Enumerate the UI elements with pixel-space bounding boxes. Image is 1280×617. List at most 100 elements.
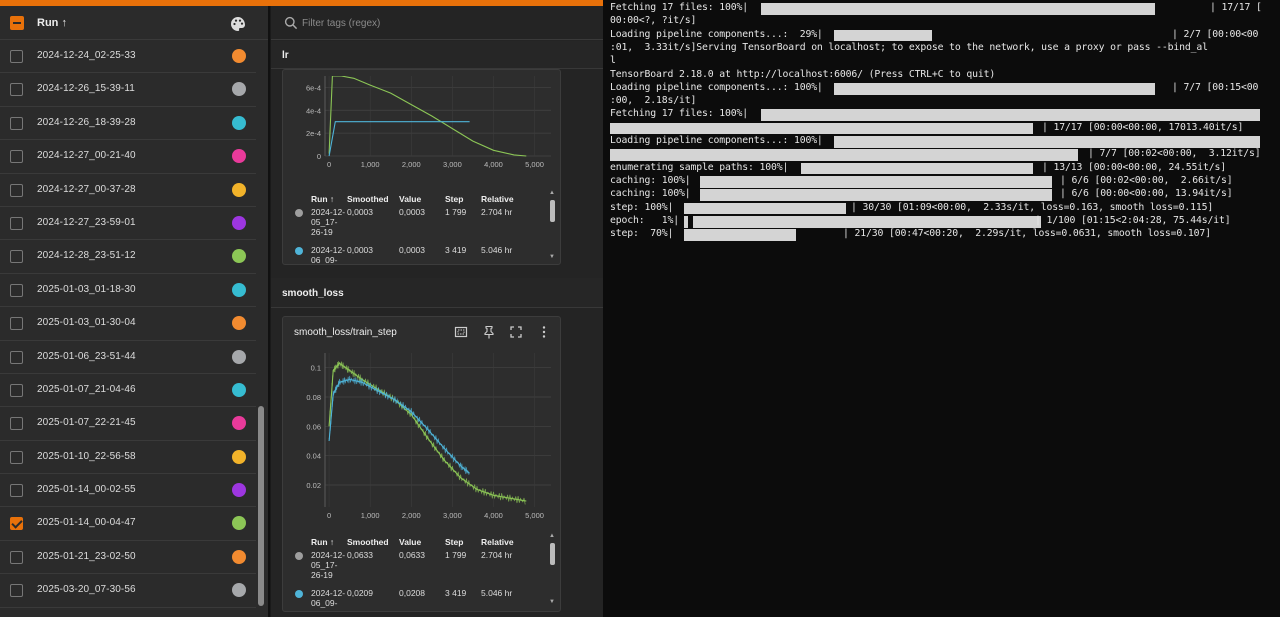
run-column-sort[interactable]: Run ↑ <box>37 17 67 29</box>
y-tick-label: 0.06 <box>306 422 321 431</box>
run-checkbox[interactable] <box>10 584 23 598</box>
terminal-window[interactable]: Fetching 17 files: 100%| | 17/17 [00:00<?… <box>603 0 1280 617</box>
step-cell: 3 419 <box>445 588 467 598</box>
expand-icon[interactable] <box>509 325 523 339</box>
run-row[interactable]: 2025-01-14_00-04-47 <box>0 507 256 541</box>
run-row[interactable]: 2025-01-10_22-56-58 <box>0 441 256 475</box>
run-checkbox[interactable] <box>10 350 23 364</box>
run-color-swatch[interactable] <box>232 316 246 331</box>
value-cell: 0,0208 <box>399 588 425 598</box>
section-title: lr <box>282 50 289 61</box>
run-color-swatch[interactable] <box>232 549 246 564</box>
value-cell: 0,0003 <box>399 245 425 255</box>
lr-tooltip-table: Run ↑ Smoothed Value Step Relative 2024-12- 05… <box>295 188 545 264</box>
run-checkbox[interactable] <box>10 250 23 264</box>
smoothed-cell: 0,0633 <box>347 550 373 560</box>
run-row[interactable]: 2025-01-14_00-02-55 <box>0 474 256 508</box>
terminal-line: caching: 100%| <box>610 174 691 186</box>
run-row[interactable]: 2025-01-21_23-02-50 <box>0 541 256 575</box>
run-row[interactable]: 2024-12-28_23-51-12 <box>0 240 256 274</box>
run-row[interactable]: 2025-01-03_01-30-04 <box>0 307 256 341</box>
run-color-swatch[interactable] <box>232 449 246 464</box>
table-header[interactable]: Run ↑ <box>311 194 334 204</box>
run-color-swatch[interactable] <box>232 115 246 130</box>
run-color-swatch[interactable] <box>232 182 246 197</box>
run-row[interactable]: 2024-12-27_00-37-28 <box>0 174 256 207</box>
run-checkbox[interactable] <box>10 50 23 63</box>
run-row[interactable]: 2025-03-20_07-30-56 <box>0 574 256 608</box>
runs-scrollbar[interactable] <box>258 406 264 606</box>
run-checkbox[interactable] <box>10 450 23 464</box>
run-name-cell: 2024-12- <box>311 207 346 217</box>
smooth-loss-tooltip-table: Run ↑ Smoothed Value Step Relative 2024-12- 05… <box>295 531 545 611</box>
tag-filter-input[interactable] <box>302 14 582 32</box>
smooth-loss-chart[interactable]: 0.1 0.08 0.06 0.04 0.02 0 1,000 2,000 3,000 4,000… <box>283 345 561 525</box>
fullscreen-icon[interactable] <box>454 325 468 339</box>
card-title: smooth_loss/train_step <box>294 327 397 338</box>
run-name: 2024-12-24_02-25-33 <box>37 50 136 61</box>
run-color-swatch[interactable] <box>232 49 246 63</box>
terminal-line: enumerating sample paths: 100%| <box>610 161 789 173</box>
run-name: 2024-12-27_23-59-01 <box>37 216 136 228</box>
run-color-swatch[interactable] <box>232 249 246 264</box>
run-checkbox[interactable] <box>10 150 23 164</box>
top-accent-bar <box>0 0 603 6</box>
run-row[interactable]: 2024-12-27_00-21-40 <box>0 140 256 174</box>
run-color-swatch[interactable] <box>232 282 246 297</box>
run-row[interactable]: 2025-01-03_01-18-30 <box>0 274 256 308</box>
smooth-loss-table-scrollbar[interactable]: ▲ ▼ <box>549 533 557 609</box>
lr-table-scrollbar[interactable]: ▲ ▼ <box>549 190 557 264</box>
run-color-swatch[interactable] <box>232 82 246 97</box>
run-name: 2025-01-06_23-51-44 <box>37 350 136 362</box>
run-row[interactable]: 2025-01-07_21-04-46 <box>0 374 256 408</box>
run-row[interactable]: 2024-12-26_15-39-11 <box>0 73 256 107</box>
terminal-line: l <box>610 55 616 67</box>
series-raw-1 <box>328 375 470 475</box>
more-options-icon[interactable] <box>537 325 551 339</box>
run-color-swatch[interactable] <box>232 583 246 598</box>
section-smooth-loss-header[interactable]: smooth_loss <box>271 278 603 308</box>
run-color-swatch[interactable] <box>232 149 246 164</box>
run-checkbox[interactable] <box>10 216 23 230</box>
run-row[interactable]: 2025-01-06_23-51-44 <box>0 341 256 374</box>
run-color-swatch[interactable] <box>232 516 246 531</box>
palette-icon[interactable] <box>230 16 246 32</box>
run-checkbox[interactable] <box>10 83 23 97</box>
terminal-line: caching: 100%| <box>610 188 691 200</box>
run-name: 2025-01-14_00-04-47 <box>37 517 136 529</box>
pin-icon[interactable] <box>482 325 496 339</box>
lr-chart[interactable]: 6e-4 4e-4 2e-4 00 1,000 2,000 3,000 4,000 5,000 <box>283 70 561 190</box>
run-row[interactable]: 2025-01-07_22-21-45 <box>0 407 256 441</box>
run-row[interactable]: 2024-12-27_23-59-01 <box>0 207 256 241</box>
run-checkbox[interactable] <box>10 317 23 331</box>
run-checkbox[interactable] <box>10 383 23 397</box>
run-color-swatch[interactable] <box>232 382 246 397</box>
run-checkbox[interactable] <box>10 183 23 197</box>
run-color-swatch[interactable] <box>232 416 246 431</box>
run-row[interactable]: 2024-12-24_02-25-33 <box>0 40 256 74</box>
run-name-cell: 06_09- <box>311 598 338 608</box>
progress-bar <box>684 229 796 241</box>
run-checkbox[interactable] <box>10 517 23 531</box>
run-color-swatch[interactable] <box>232 349 246 364</box>
progress-bar <box>834 29 932 42</box>
table-header: Relative <box>481 194 514 204</box>
table-header[interactable]: Run ↑ <box>311 537 334 547</box>
run-name-cell: 06_09- <box>311 255 338 265</box>
step-cell: 3 419 <box>445 245 467 255</box>
run-row[interactable]: 2024-12-26_18-39-28 <box>0 107 256 141</box>
run-checkbox[interactable] <box>10 550 23 564</box>
run-checkbox[interactable] <box>10 283 23 297</box>
section-lr-header[interactable]: lr <box>271 41 603 69</box>
run-color-swatch[interactable] <box>232 215 246 230</box>
terminal-progress-status: | 17/17 [00:00<00:00, 17013.40it/s] <box>1042 121 1244 133</box>
run-checkbox[interactable] <box>10 484 23 498</box>
terminal-line: step: 100%| <box>610 201 674 213</box>
x-tick-label: 1,000 <box>361 511 380 520</box>
run-checkbox[interactable] <box>10 116 23 130</box>
terminal-progress-status: | 2/7 [00:00<00 <box>1172 28 1259 40</box>
run-color-swatch[interactable] <box>232 483 246 498</box>
run-checkbox[interactable] <box>10 417 23 431</box>
select-all-checkbox[interactable] <box>10 16 24 30</box>
x-tick-label: 2,000 <box>402 511 421 520</box>
